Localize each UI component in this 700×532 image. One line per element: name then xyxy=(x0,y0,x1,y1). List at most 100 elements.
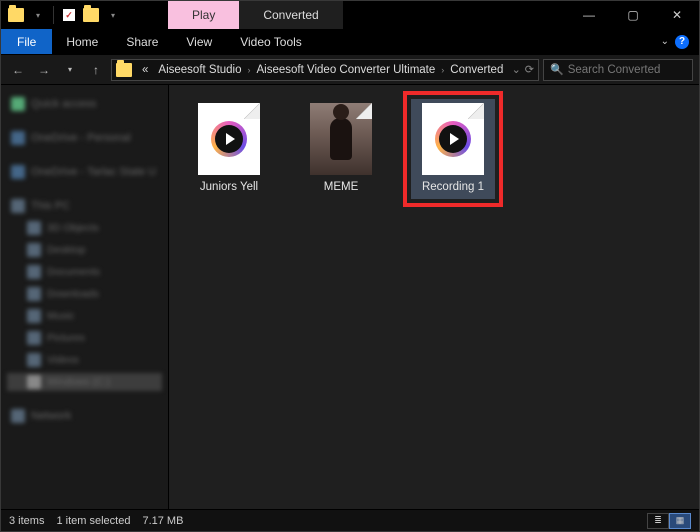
quick-access-toolbar: ▾ ✓ ▾ xyxy=(1,1,128,29)
help-icon[interactable]: ? xyxy=(675,35,689,49)
content-pane[interactable]: Juniors Yell MEME Recording 1 xyxy=(169,85,699,509)
sidebar-item-label: Windows (C:) xyxy=(47,376,110,388)
tree-icon xyxy=(27,287,41,301)
file-item[interactable]: Juniors Yell xyxy=(187,99,271,199)
file-label: MEME xyxy=(324,181,359,195)
video-file-icon xyxy=(422,103,484,175)
view-details-button[interactable]: ≣ xyxy=(647,513,669,529)
tree-icon xyxy=(27,375,41,389)
nav-up-button[interactable]: ↑ xyxy=(85,59,107,81)
sidebar-item[interactable]: Pictures xyxy=(7,329,162,347)
items-row: Juniors Yell MEME Recording 1 xyxy=(187,99,681,199)
explorer-body: Quick access OneDrive - Personal OneDrive … xyxy=(1,85,699,509)
chevron-right-icon[interactable]: › xyxy=(441,65,444,75)
title-bar: ▾ ✓ ▾ Play Converted — ▢ ✕ xyxy=(1,1,699,29)
view-large-icons-button[interactable]: ▦ xyxy=(669,513,691,529)
tree-icon xyxy=(27,221,41,235)
nav-forward-button[interactable]: → xyxy=(33,59,55,81)
tree-icon xyxy=(27,265,41,279)
address-bar: ← → ▾ ↑ « Aiseesoft Studio › Aiseesoft V… xyxy=(1,55,699,85)
sidebar-item-label: Desktop xyxy=(47,244,86,256)
window-controls: — ▢ ✕ xyxy=(567,1,699,29)
breadcrumb-item[interactable]: Aiseesoft Video Converter Ultimate xyxy=(253,64,440,76)
file-item[interactable]: MEME xyxy=(299,99,383,199)
new-folder-icon[interactable] xyxy=(82,6,100,24)
ribbon-tab-share[interactable]: Share xyxy=(112,29,172,54)
file-label: Juniors Yell xyxy=(200,181,258,195)
maximize-button[interactable]: ▢ xyxy=(611,1,655,29)
chevron-right-icon[interactable]: › xyxy=(248,65,251,75)
tree-icon xyxy=(11,97,25,111)
nav-back-button[interactable]: ← xyxy=(7,59,29,81)
file-label: Recording 1 xyxy=(422,181,484,195)
folder-icon xyxy=(116,63,132,77)
file-item[interactable]: Recording 1 xyxy=(411,99,495,199)
context-tab-play[interactable]: Play xyxy=(168,1,239,29)
tree-icon xyxy=(27,353,41,367)
qat-dropdown-icon[interactable]: ▾ xyxy=(29,6,47,24)
folder-icon[interactable] xyxy=(7,6,25,24)
sidebar-item[interactable]: Videos xyxy=(7,351,162,369)
ribbon-collapse-icon[interactable]: ⌄ xyxy=(661,36,669,47)
qat-customize-icon[interactable]: ▾ xyxy=(104,6,122,24)
breadcrumb[interactable]: « Aiseesoft Studio › Aiseesoft Video Con… xyxy=(111,59,539,81)
ribbon-tab-file[interactable]: File xyxy=(1,29,52,54)
search-input[interactable]: 🔍 Search Converted xyxy=(543,59,693,81)
search-icon: 🔍 xyxy=(550,63,564,76)
nav-recent-icon[interactable]: ▾ xyxy=(59,59,81,81)
breadcrumb-item[interactable]: Aiseesoft Studio xyxy=(154,64,245,76)
ribbon-tab-video-tools[interactable]: Video Tools xyxy=(226,29,316,54)
sidebar-item-label: Downloads xyxy=(47,288,99,300)
contextual-tabs: Play Converted xyxy=(168,1,343,29)
sidebar-item-label: OneDrive - Tarlac State U xyxy=(31,166,156,178)
sidebar-item[interactable]: Network xyxy=(7,407,162,425)
breadcrumb-prefix[interactable]: « xyxy=(138,64,152,76)
sidebar-item[interactable]: Music xyxy=(7,307,162,325)
tree-icon xyxy=(27,331,41,345)
sidebar-item-label: Network xyxy=(31,410,71,422)
sidebar-item-label: Quick access xyxy=(31,98,96,110)
sidebar-item[interactable]: Quick access xyxy=(7,95,162,113)
tree-icon xyxy=(11,409,25,423)
video-thumbnail xyxy=(310,103,372,175)
sidebar-item-label: This PC xyxy=(31,200,70,212)
tree-icon xyxy=(11,165,25,179)
refresh-icon[interactable]: ⟳ xyxy=(525,63,534,76)
separator xyxy=(53,6,54,24)
sidebar-item[interactable]: Windows (C:) xyxy=(7,373,162,391)
tree-icon xyxy=(27,309,41,323)
navigation-pane[interactable]: Quick access OneDrive - Personal OneDrive … xyxy=(1,85,169,509)
tree-icon xyxy=(27,243,41,257)
sidebar-item-label: Videos xyxy=(47,354,79,366)
play-icon xyxy=(450,133,459,145)
minimize-button[interactable]: — xyxy=(567,1,611,29)
breadcrumb-item[interactable]: Converted xyxy=(446,64,507,76)
sidebar-item[interactable]: Documents xyxy=(7,263,162,281)
sidebar-item[interactable]: OneDrive - Personal xyxy=(7,129,162,147)
ribbon-tab-home[interactable]: Home xyxy=(52,29,112,54)
sidebar-item[interactable]: Downloads xyxy=(7,285,162,303)
status-size: 7.17 MB xyxy=(142,515,183,527)
properties-icon[interactable]: ✓ xyxy=(60,6,78,24)
ribbon-tab-view[interactable]: View xyxy=(172,29,226,54)
address-dropdown-icon[interactable]: ⌄ xyxy=(512,63,521,76)
video-file-icon xyxy=(198,103,260,175)
sidebar-item[interactable]: Desktop xyxy=(7,241,162,259)
tree-icon xyxy=(11,131,25,145)
view-toggle: ≣ ▦ xyxy=(647,513,691,529)
explorer-window: ▾ ✓ ▾ Play Converted — ▢ ✕ File Home Sha… xyxy=(0,0,700,532)
status-item-count: 3 items xyxy=(9,515,44,527)
close-button[interactable]: ✕ xyxy=(655,1,699,29)
sidebar-item-label: Pictures xyxy=(47,332,85,344)
play-icon xyxy=(226,133,235,145)
window-title: Converted xyxy=(239,1,342,29)
sidebar-item-label: Documents xyxy=(47,266,100,278)
sidebar-item[interactable]: This PC xyxy=(7,197,162,215)
sidebar-item[interactable]: OneDrive - Tarlac State U xyxy=(7,163,162,181)
sidebar-item[interactable]: 3D Objects xyxy=(7,219,162,237)
sidebar-item-label: 3D Objects xyxy=(47,222,99,234)
search-placeholder: Search Converted xyxy=(568,64,661,76)
tree-icon xyxy=(11,199,25,213)
status-bar: 3 items 1 item selected 7.17 MB ≣ ▦ xyxy=(1,509,699,531)
status-selection: 1 item selected xyxy=(56,515,130,527)
